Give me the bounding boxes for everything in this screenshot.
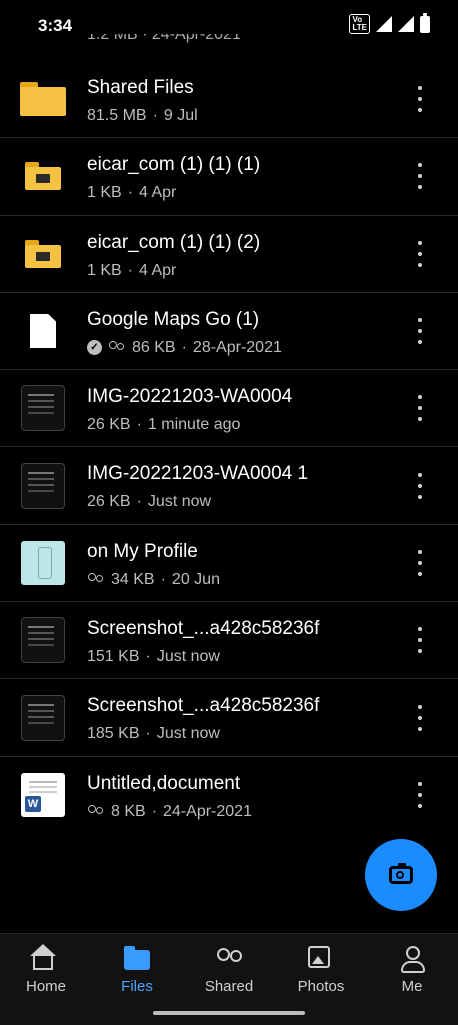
nav-me-label: Me [401,978,423,995]
file-meta: 1 KB · 4 Apr [87,184,177,202]
camera-icon [389,863,413,884]
nav-home-label: Home [25,978,66,995]
files-icon [124,946,150,970]
screenshot-thumbnail [20,385,66,432]
file-title: eicar_com (1) (1) (2) [87,231,261,253]
file-row[interactable]: Google Maps Go (1) ✓ 86 KB · 28-Apr-2021 [0,291,458,369]
more-options-icon[interactable] [412,704,428,731]
nav-photos-label: Photos [297,978,345,995]
file-row[interactable]: eicar_com (1) (1) (2) 1 KB · 4 Apr [0,214,458,292]
file-meta: 26 KB · Just now [87,493,212,511]
photos-icon [308,946,330,968]
file-row[interactable]: IMG-20221203-WA0004 26 KB · 1 minute ago [0,369,458,446]
more-options-icon[interactable] [412,627,428,654]
file-meta: 185 KB · Just now [87,725,220,743]
nav-photos[interactable]: Photos [281,946,361,995]
home-icon [30,944,56,970]
file-list: Shared Files 81.5 MB · 9 Jul eicar_com (1)… [0,61,458,833]
file-row[interactable]: Screenshot_...a428c58236f 185 KB · Just no… [0,678,458,755]
file-meta: ✓ 86 KB · 28-Apr-2021 [87,339,282,357]
zip-folder-icon [20,153,66,199]
file-row[interactable]: W Untitled,document 8 KB · 24-Apr-2021 [0,755,458,833]
screenshot-thumbnail [20,617,66,664]
status-icons: Vo LTE [349,12,430,34]
file-meta: 26 KB · 1 minute ago [87,416,241,434]
more-options-icon[interactable] [412,781,428,808]
gesture-handle[interactable] [153,1011,305,1015]
camera-fab-button[interactable] [365,839,437,911]
file-meta: 8 KB · 24-Apr-2021 [87,803,252,821]
file-title: on My Profile [87,540,198,562]
nav-me[interactable]: Me [372,946,452,995]
file-row[interactable]: Shared Files 81.5 MB · 9 Jul [0,61,458,137]
file-meta: 1 KB · 4 Apr [87,261,177,279]
status-time: 3:34 [38,16,73,35]
signal-icon [376,16,392,32]
nav-home[interactable]: Home [6,944,86,995]
nav-shared[interactable]: Shared [189,946,269,995]
file-row[interactable]: on My Profile 34 KB · 20 Jun [0,523,458,601]
file-meta: 81.5 MB · 9 Jul [87,107,198,124]
document-icon [20,308,66,354]
signal-4g-icon [398,16,414,32]
shared-icon [216,946,242,972]
image-thumbnail [20,540,66,586]
nav-files[interactable]: Files [97,946,177,995]
offline-icon: ✓ [87,340,102,356]
folder-icon [20,76,66,122]
file-row[interactable]: eicar_com (1) (1) (1) 1 KB · 4 Apr [0,137,458,214]
battery-icon [420,12,430,33]
volte-icon: Vo LTE [349,14,370,34]
more-options-icon[interactable] [412,318,428,345]
file-title: eicar_com (1) (1) (1) [87,154,261,176]
file-title: IMG-20221203-WA0004 1 [87,463,309,485]
more-options-icon[interactable] [412,163,428,190]
screenshot-thumbnail [20,462,66,509]
nav-shared-label: Shared [204,978,254,995]
shared-people-icon [87,572,105,587]
word-document-icon: W [20,772,66,818]
file-row[interactable]: IMG-20221203-WA0004 1 26 KB · Just now [0,446,458,523]
more-options-icon[interactable] [412,549,428,576]
file-title: Screenshot_...a428c58236f [87,695,320,717]
file-title: Screenshot_...a428c58236f [87,618,320,640]
file-title: Shared Files [87,77,194,98]
zip-folder-icon [20,231,66,277]
file-title: IMG-20221203-WA0004 [87,386,293,408]
file-title: Google Maps Go (1) [87,308,260,330]
me-icon [399,946,425,973]
file-meta: 151 KB · Just now [87,648,220,666]
file-meta: 34 KB · 20 Jun [87,571,220,589]
nav-files-label: Files [121,978,153,995]
file-title: Untitled,document [87,772,241,794]
more-options-icon[interactable] [412,395,428,422]
shared-people-icon [108,340,126,355]
shared-people-icon [87,804,105,819]
more-options-icon[interactable] [412,86,428,113]
more-options-icon[interactable] [412,240,428,267]
file-row[interactable]: Screenshot_...a428c58236f 151 KB · Just no… [0,601,458,678]
more-options-icon[interactable] [412,472,428,499]
screenshot-thumbnail [20,694,66,741]
